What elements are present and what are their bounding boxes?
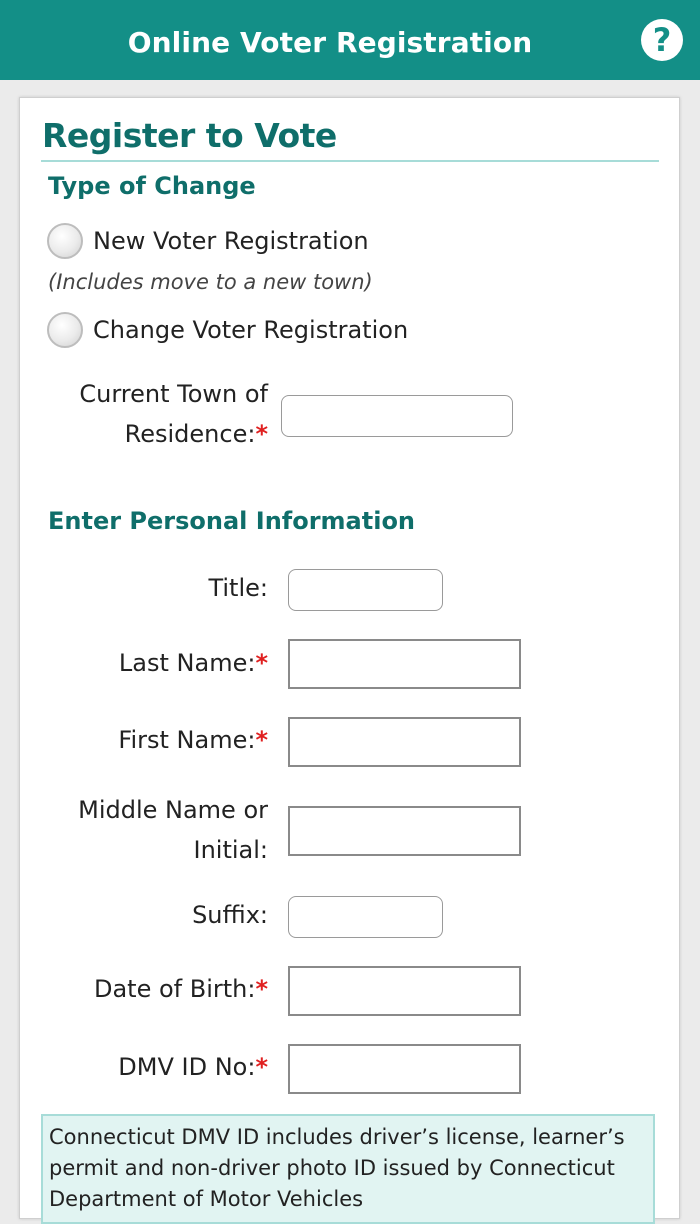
required-marker: * [255, 1053, 268, 1081]
type-of-change-heading: Type of Change [48, 172, 256, 200]
last-name-label-text: Last Name: [118, 649, 256, 677]
page-title: Register to Vote [42, 116, 337, 155]
last-name-input[interactable] [288, 639, 521, 689]
help-icon[interactable]: ? [641, 19, 683, 61]
required-marker: * [255, 726, 268, 754]
personal-info-heading: Enter Personal Information [48, 507, 416, 535]
radio-button[interactable] [47, 312, 83, 348]
last-name-label: Last Name:* [20, 643, 268, 683]
required-marker: * [255, 420, 268, 448]
middle-name-label-line1: Middle Name or [78, 796, 268, 824]
first-name-input[interactable] [288, 717, 521, 767]
new-town-note: (Includes move to a new town) [48, 270, 373, 294]
required-marker: * [255, 649, 268, 677]
registration-form-card: Register to Vote Type of Change New Vote… [19, 97, 680, 1224]
new-voter-registration-option[interactable]: New Voter Registration [47, 220, 369, 262]
current-town-label-line2: Residence:* [20, 414, 268, 454]
change-voter-registration-option[interactable]: Change Voter Registration [47, 309, 408, 351]
title-label: Title: [208, 574, 268, 602]
middle-name-label-line2: Initial: [193, 836, 269, 864]
current-town-label-text: Residence: [124, 420, 256, 448]
date-of-birth-label: Date of Birth:* [20, 969, 268, 1009]
middle-name-label: Middle Name or Initial: [20, 790, 268, 870]
title-divider [41, 160, 659, 162]
dmv-id-label-text: DMV ID No: [118, 1053, 256, 1081]
app-header: Online Voter Registration ? [0, 0, 700, 80]
new-voter-registration-label: New Voter Registration [93, 227, 369, 255]
suffix-label: Suffix: [192, 901, 268, 929]
current-town-input[interactable] [281, 395, 513, 437]
change-voter-registration-label: Change Voter Registration [93, 316, 409, 344]
dmv-id-info-box: Connecticut DMV ID includes driver’s lic… [41, 1114, 655, 1224]
suffix-input[interactable] [288, 896, 443, 938]
title-input[interactable] [288, 569, 443, 611]
first-name-label: First Name:* [20, 720, 268, 760]
date-of-birth-label-text: Date of Birth: [93, 975, 256, 1003]
radio-button[interactable] [47, 223, 83, 259]
dmv-id-label: DMV ID No:* [20, 1047, 268, 1087]
header-title: Online Voter Registration [127, 26, 533, 59]
required-marker: * [255, 975, 268, 1003]
date-of-birth-input[interactable] [288, 966, 521, 1016]
dmv-id-input[interactable] [288, 1044, 521, 1094]
first-name-label-text: First Name: [118, 726, 256, 754]
current-town-label: Current Town of Residence:* [20, 374, 268, 454]
middle-name-input[interactable] [288, 806, 521, 856]
current-town-label-line1: Current Town of [79, 380, 268, 408]
